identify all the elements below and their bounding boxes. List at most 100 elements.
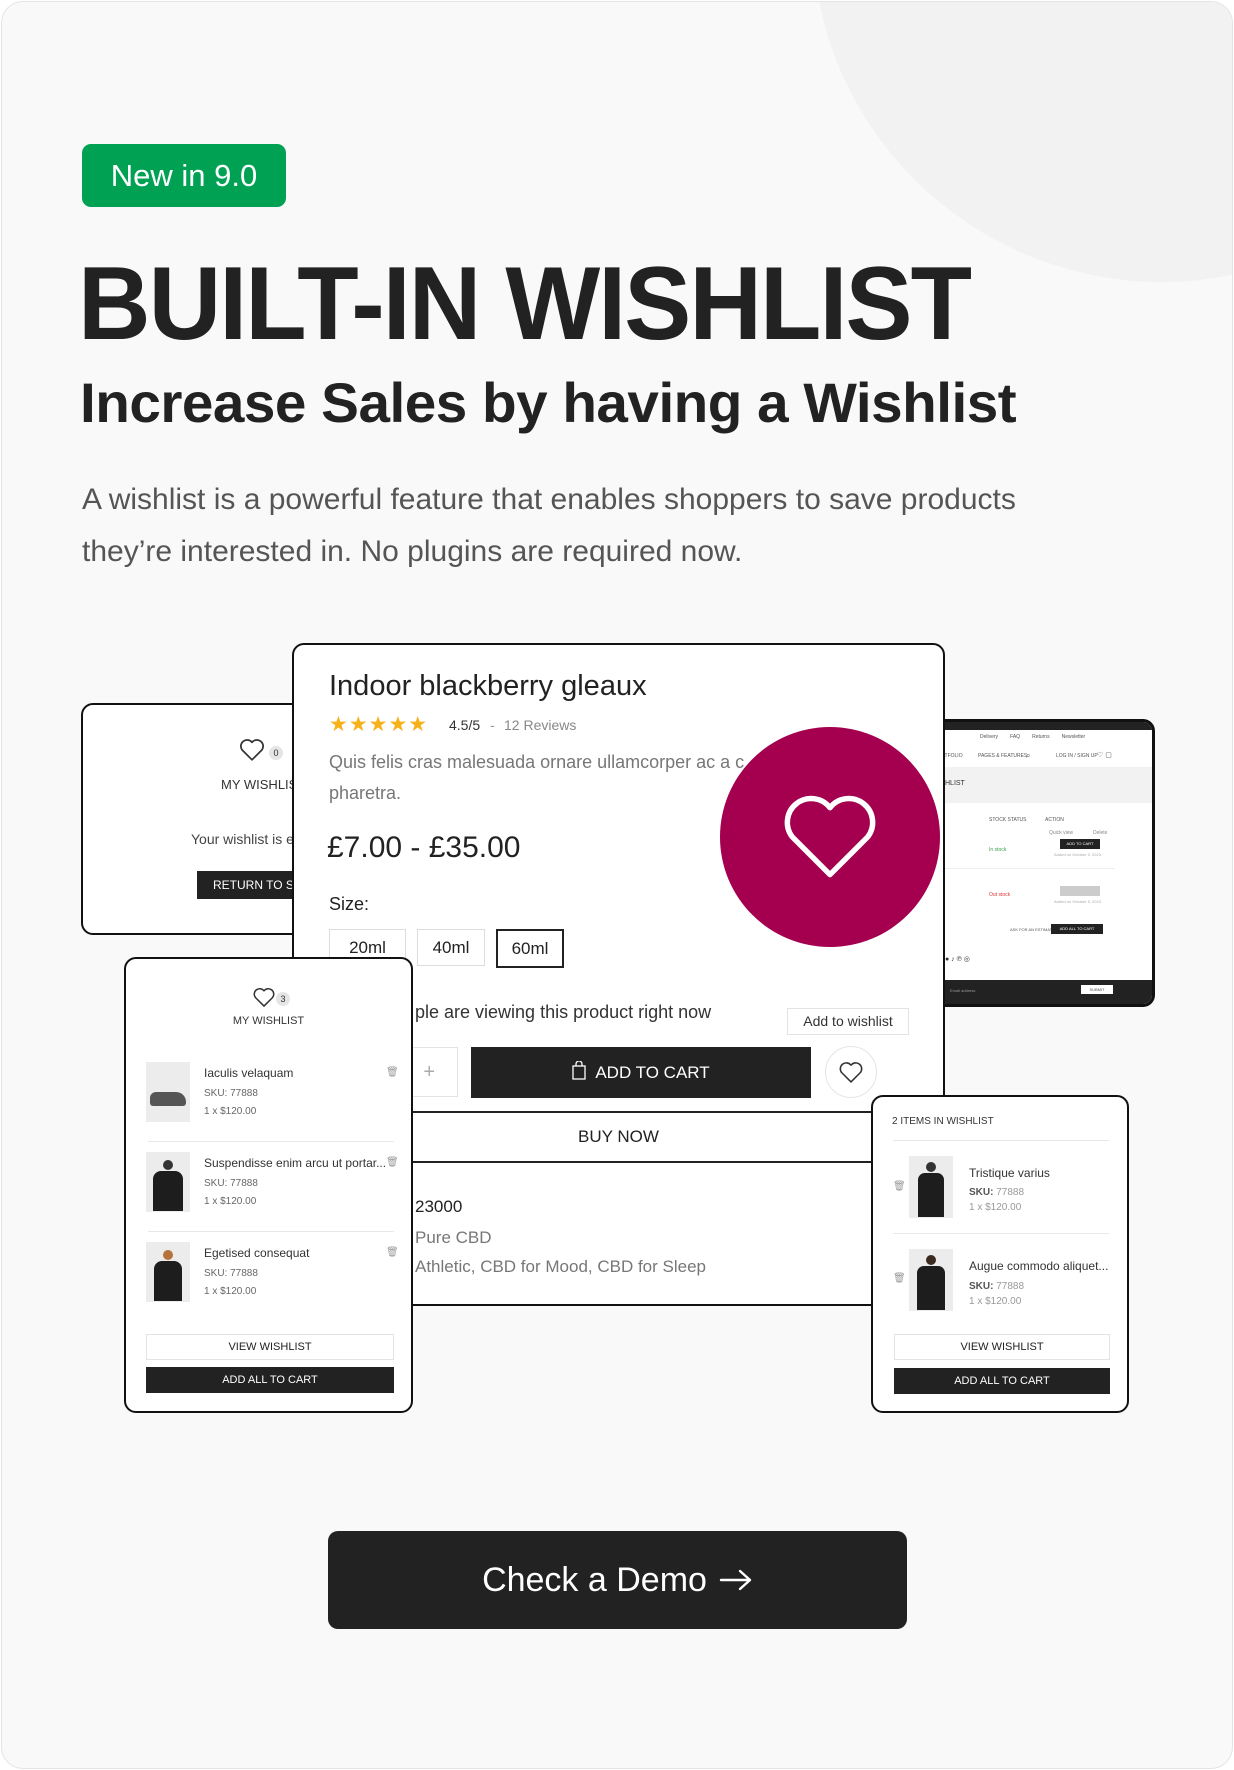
product-sku: 23000 [415,1197,463,1216]
check-demo-label: Check a Demo [482,1560,707,1599]
wishlist-mini-cart: 2 ITEMS IN WISHLIST 🗑 Tristique varius S… [871,1095,1129,1413]
row-divider [945,868,1115,869]
view-wishlist-button[interactable]: VIEW WISHLIST [146,1334,394,1360]
product-title: Indoor blackberry gleaux [329,670,647,702]
wishlist-page-title: HLIST [945,780,965,787]
background-circle [812,2,1232,282]
item-price: 1 x $120.00 [204,1196,257,1207]
heart-icon[interactable] [238,738,266,762]
action-header: ACTION [1045,817,1064,823]
item-sku: SKU: 77888 [969,1281,1024,1292]
divider [148,1231,394,1232]
wishlist-count: 3 [276,992,290,1006]
reviews-link[interactable]: 12 Reviews [504,717,576,733]
wishlist-dropdown: 3 MY WISHLIST Iaculis velaquam SKU: 7788… [124,957,413,1413]
product-thumbnail-jacket[interactable] [909,1249,953,1311]
add-to-cart-label: ADD TO CART [595,1062,710,1082]
product-categories[interactable]: Athletic, CBD for Mood, CBD for Sleep [415,1257,706,1277]
page-subtitle: Increase Sales by having a Wishlist [80,371,1017,434]
trash-icon[interactable]: 🗑 [386,1247,399,1258]
shopping-bag-icon [572,1059,586,1085]
item-name[interactable]: Augue commodo aliquet... [969,1259,1108,1273]
top-links: Delivery FAQ Returns Newsletter [980,734,1085,740]
product-brand[interactable]: Pure CBD [415,1228,492,1248]
login-link[interactable]: LOG IN / SIGN UP [1056,753,1098,759]
item-price: 1 x $120.00 [969,1202,1022,1213]
email-input[interactable]: Email address [950,988,975,993]
new-version-badge: New in 9.0 [82,144,286,207]
add-all-to-cart-button[interactable]: ADD ALL TO CART [894,1368,1110,1394]
empty-message: Your wishlist is e [191,831,294,847]
item-name[interactable]: Egetised consequat [204,1246,309,1260]
size-label: Size: [329,894,370,914]
product-price: £7.00 - £35.00 [327,831,521,864]
added-date: Added on October 5, 2023 [1054,852,1101,857]
item-sku: SKU: 77888 [204,1268,258,1279]
sku-value: 77888 [996,1187,1025,1198]
wishlist-title: MY WISHLIST [232,1015,305,1027]
divider [893,1233,1109,1234]
product-thumbnail-shoes[interactable] [146,1062,190,1122]
sku-label: SKU: [969,1281,994,1292]
trash-icon[interactable]: 🗑 [893,1273,906,1284]
product-description-cont: pharetra. [329,783,402,803]
size-option-40ml[interactable]: 40ml [417,929,485,966]
product-description: Quis felis cras malesuada ornare ullamco… [329,752,745,772]
add-all-to-cart-button[interactable]: ADD ALL TO CART [1051,924,1103,934]
item-price: 1 x $120.00 [969,1296,1022,1307]
rating-separator: - [490,717,495,733]
heart-icon [784,795,876,878]
product-thumbnail-hoodie[interactable] [909,1156,953,1218]
heart-icon [839,1061,863,1083]
wishlist-heart-button[interactable] [825,1046,877,1098]
add-to-cart-button-disabled [1060,886,1100,896]
sku-value: 77888 [996,1281,1025,1292]
item-sku: SKU: 77888 [204,1178,258,1189]
item-name[interactable]: Suspendisse enim arcu ut portar... [204,1156,386,1170]
trash-icon[interactable]: 🗑 [386,1157,399,1168]
wishlist-heart-badge [720,727,940,947]
search-icon[interactable]: ⌕ [1026,751,1030,761]
trash-icon[interactable]: 🗑 [386,1067,399,1078]
check-demo-button[interactable]: Check a Demo [328,1531,907,1629]
product-thumbnail-hoodie[interactable] [146,1152,190,1212]
item-name[interactable]: Iaculis velaquam [204,1066,293,1080]
social-icons[interactable]: ● ♪ ℗ ◎ [945,955,970,963]
wishlist-icon[interactable]: ♡ ▢ [1097,751,1112,759]
nav-item[interactable]: PAGES & FEATURES [978,753,1027,759]
item-name[interactable]: Tristique varius [969,1166,1050,1180]
page-title: BUILT-IN WISHLIST [78,246,972,362]
stock-status: Out stock [989,892,1011,898]
arrow-right-icon [719,1561,753,1600]
top-link[interactable]: Delivery [980,734,998,740]
quick-view-link[interactable]: Quick view [1049,830,1073,836]
item-sku: SKU: 77888 [204,1088,258,1099]
size-option-60ml[interactable]: 60ml [496,929,564,968]
item-price: 1 x $120.00 [204,1106,257,1117]
item-price: 1 x $120.00 [204,1286,257,1297]
ask-estimate-button[interactable]: ASK FOR AN ESTIMATE [1010,927,1055,932]
description: A wishlist is a powerful feature that en… [82,483,1016,568]
wishlist-count: 0 [269,746,283,760]
sku-label: SKU: [969,1187,994,1198]
top-link[interactable]: FAQ [1010,734,1020,740]
stock-header: STOCK STATUS [989,817,1027,823]
submit-button[interactable]: SUBMIT [1081,985,1113,994]
viewing-count-text: ple are viewing this product right now [415,1002,712,1022]
add-to-cart-button[interactable]: ADD TO CART [471,1047,811,1098]
product-thumbnail-woman[interactable] [146,1242,190,1302]
wishlist-label: MY WISHLIS [221,777,298,792]
item-sku: SKU: 77888 [969,1187,1024,1198]
add-to-cart-button[interactable]: ADD TO CART [1060,839,1100,849]
view-wishlist-button[interactable]: VIEW WISHLIST [894,1334,1110,1360]
add-to-wishlist-tooltip: Add to wishlist [787,1008,909,1035]
page: New in 9.0 BUILT-IN WISHLIST Increase Sa… [1,1,1233,1769]
top-link[interactable]: Returns [1032,734,1050,740]
added-date: Added on October 5, 2023 [1054,899,1101,904]
delete-link[interactable]: Delete [1093,830,1107,836]
top-link[interactable]: Newsletter [1062,734,1086,740]
divider [148,1141,394,1142]
heart-icon[interactable] [252,987,276,1013]
add-all-to-cart-button[interactable]: ADD ALL TO CART [146,1367,394,1393]
trash-icon[interactable]: 🗑 [893,1181,906,1192]
